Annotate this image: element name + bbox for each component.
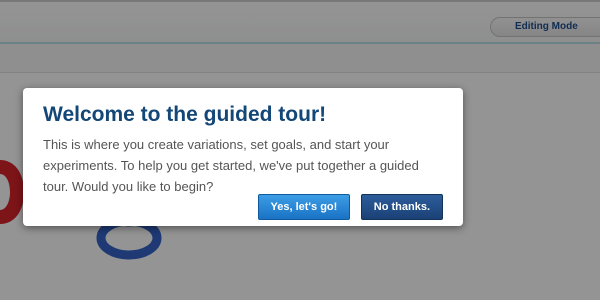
editor-page: Editing Mode Welcome to the guided tour!… (0, 0, 600, 300)
guided-tour-dialog: Welcome to the guided tour! This is wher… (23, 88, 463, 226)
dialog-title: Welcome to the guided tour! (43, 103, 327, 126)
dialog-actions: Yes, let's go! No thanks. (252, 194, 443, 220)
decline-tour-button[interactable]: No thanks. (360, 194, 443, 220)
dialog-message: This is where you create variations, set… (43, 137, 419, 194)
start-tour-button[interactable]: Yes, let's go! (257, 194, 351, 220)
